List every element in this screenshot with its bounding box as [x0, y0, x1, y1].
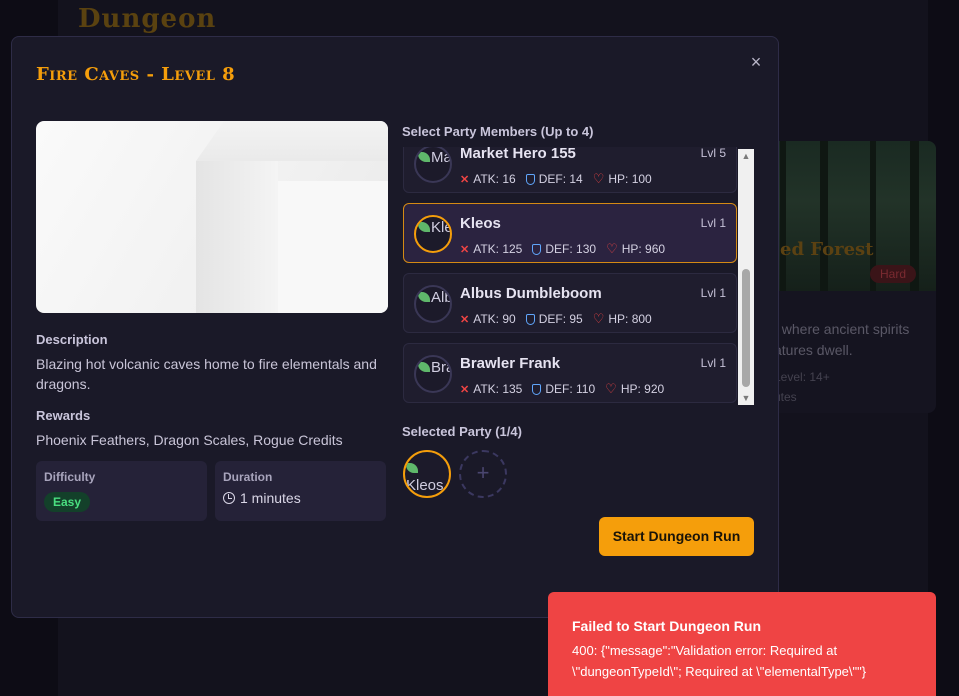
duration-label: Duration: [223, 470, 273, 484]
shield-icon: [525, 313, 535, 325]
difficulty-badge: Easy: [44, 492, 91, 512]
shield-icon: [532, 243, 542, 255]
party-member-card[interactable]: Braw Brawler Frank Lvl 1 ✕ATK: 135 DEF: …: [403, 343, 737, 403]
scroll-thumb[interactable]: [742, 269, 750, 387]
duration-value: 1 minutes: [223, 490, 301, 506]
party-select-label: Select Party Members (Up to 4): [402, 124, 594, 139]
modal-title: Fire Caves - Level 8: [36, 64, 236, 85]
close-icon[interactable]: ×: [747, 53, 765, 71]
add-party-slot-button[interactable]: +: [459, 450, 507, 498]
party-member-card[interactable]: Mark Market Hero 155 Lvl 5 ✕ATK: 16 DEF:…: [403, 147, 737, 193]
clock-icon: [223, 492, 235, 504]
description-text: Blazing hot volcanic caves home to fire …: [36, 356, 377, 392]
member-level: Lvl 1: [700, 356, 726, 370]
page-title: Dungeon: [78, 4, 217, 34]
dungeon-card-meta: Level: 14+ utes: [774, 370, 830, 404]
heart-icon: ♡: [592, 311, 605, 326]
member-name: Brawler Frank: [460, 355, 561, 372]
rewards-text: Phoenix Feathers, Dragon Scales, Rogue C…: [36, 432, 343, 448]
difficulty-box: Difficulty Easy: [36, 461, 207, 521]
selected-party-member-avatar[interactable]: Kleos: [403, 450, 451, 498]
duration-box: Duration 1 minutes: [215, 461, 386, 521]
member-name: Kleos: [460, 215, 501, 232]
shield-icon: [532, 383, 542, 395]
party-member-card[interactable]: Kleo Kleos Lvl 1 ✕ATK: 125 DEF: 130 ♡HP:…: [403, 203, 737, 263]
scroll-down-arrow-icon[interactable]: ▼: [738, 391, 754, 405]
member-name: Market Hero 155: [460, 147, 576, 162]
member-name: Albus Dumbleboom: [460, 285, 602, 302]
avatar: Braw: [414, 355, 452, 393]
member-stats: ✕ ATK: 16 DEF: 14 ♡ HP: 100: [460, 171, 652, 186]
member-level: Lvl 1: [700, 286, 726, 300]
heart-icon: ♡: [592, 171, 605, 186]
toast-title: Failed to Start Dungeon Run: [572, 618, 761, 634]
party-list-scrollbar[interactable]: ▲ ▼: [738, 149, 754, 405]
member-stats: ✕ ATK: 90 DEF: 95 ♡ HP: 800: [460, 311, 652, 326]
difficulty-badge: Hard: [870, 265, 917, 283]
toast-message: 400: {"message":"Validation error: Requi…: [572, 643, 867, 679]
sword-icon: ✕: [460, 243, 470, 256]
description-label: Description: [36, 332, 108, 347]
scroll-up-arrow-icon[interactable]: ▲: [738, 149, 754, 163]
difficulty-label: Difficulty: [44, 470, 96, 484]
heart-icon: ♡: [606, 241, 618, 256]
heart-icon: ♡: [605, 381, 617, 396]
dungeon-card-title: ed Forest: [780, 239, 874, 260]
sword-icon: ✕: [460, 383, 470, 396]
sword-icon: ✕: [460, 313, 470, 326]
dungeon-card-description: t where ancient spirits atures dwell.: [774, 321, 910, 358]
sword-icon: ✕: [460, 173, 470, 186]
avatar: Mark: [414, 147, 452, 183]
error-toast[interactable]: Failed to Start Dungeon Run 400: {"messa…: [548, 592, 936, 696]
avatar: Kleo: [414, 215, 452, 253]
avatar: Albu: [414, 285, 452, 323]
start-dungeon-run-button[interactable]: Start Dungeon Run: [599, 517, 754, 556]
rewards-label: Rewards: [36, 408, 91, 423]
member-stats: ✕ ATK: 125 DEF: 130 ♡ HP: 960: [460, 241, 666, 256]
dungeon-card-forest[interactable]: ed Forest Hard t where ancient spirits a…: [760, 141, 936, 413]
dungeon-image: [36, 121, 388, 313]
member-level: Lvl 5: [700, 147, 726, 160]
party-member-list[interactable]: Mark Market Hero 155 Lvl 5 ✕ATK: 16 DEF:…: [401, 147, 755, 405]
party-member-card[interactable]: Albu Albus Dumbleboom Lvl 1 ✕ATK: 90 DEF…: [403, 273, 737, 333]
selected-party-label: Selected Party (1/4): [402, 424, 522, 439]
member-level: Lvl 1: [700, 216, 726, 230]
shield-icon: [525, 173, 535, 185]
member-stats: ✕ ATK: 135 DEF: 110 ♡ HP: 920: [460, 381, 665, 396]
